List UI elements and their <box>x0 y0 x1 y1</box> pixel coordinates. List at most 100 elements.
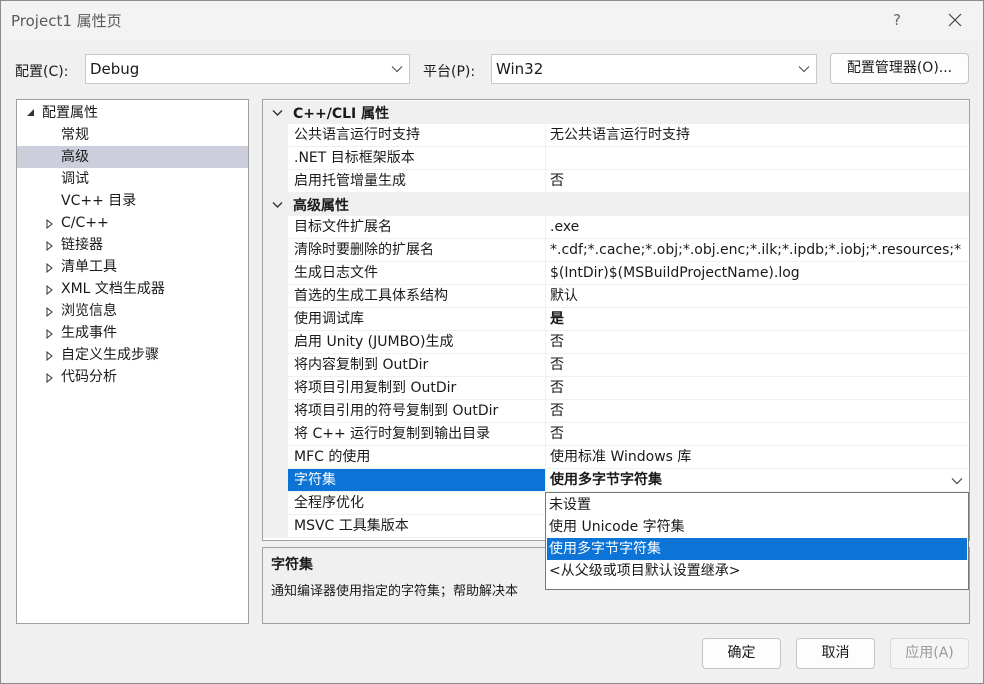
chevron-down-icon <box>272 202 283 208</box>
property-row[interactable]: 清除时要删除的扩展名 *.cdf;*.cache;*.obj;*.obj.enc… <box>263 239 969 262</box>
close-button[interactable] <box>935 5 975 35</box>
property-row[interactable]: 将项目引用复制到 OutDir 否 <box>263 377 969 400</box>
property-value[interactable]: 使用标准 Windows 库 <box>546 446 969 469</box>
property-row[interactable]: 公共语言运行时支持 无公共语言运行时支持 <box>263 124 969 147</box>
property-name: 目标文件扩展名 <box>288 216 546 239</box>
tree-item-label: VC++ 目录 <box>61 193 137 209</box>
collapsed-arrow-icon <box>46 373 53 383</box>
property-value[interactable]: 否 <box>546 377 969 400</box>
property-name: 首选的生成工具体系结构 <box>288 285 546 308</box>
tree-item-debugging[interactable]: 调试 <box>17 168 248 190</box>
row-gutter <box>263 285 288 308</box>
property-name: 将内容复制到 OutDir <box>288 354 546 377</box>
property-name: 启用托管增量生成 <box>288 170 546 193</box>
property-value[interactable]: 否 <box>546 423 969 446</box>
property-row[interactable]: 生成日志文件 $(IntDir)$(MSBuildProjectName).lo… <box>263 262 969 285</box>
tree-item-code-analysis[interactable]: 代码分析 <box>17 366 248 388</box>
property-pages-window: Project1 属性页 ? 配置(C): Debug 平台(P): Win32… <box>0 0 984 684</box>
property-value[interactable]: 使用多字节字符集 <box>546 469 969 492</box>
row-gutter <box>263 400 288 423</box>
property-value[interactable]: 否 <box>546 354 969 377</box>
row-gutter <box>263 147 288 170</box>
tree-item-general[interactable]: 常规 <box>17 124 248 146</box>
tree-item-label: 常规 <box>61 127 89 143</box>
config-combobox[interactable]: Debug <box>85 54 410 84</box>
cancel-button[interactable]: 取消 <box>796 638 875 669</box>
property-value[interactable]: *.cdf;*.cache;*.obj;*.obj.enc;*.ilk;*.ip… <box>546 239 969 262</box>
apply-button[interactable]: 应用(A) <box>890 638 969 669</box>
collapsed-arrow-icon <box>46 219 53 229</box>
row-gutter <box>263 492 288 515</box>
tree-item-label: 配置属性 <box>42 105 98 121</box>
row-gutter <box>263 446 288 469</box>
property-row-character-set[interactable]: 字符集 使用多字节字符集 <box>263 469 969 492</box>
row-gutter <box>263 377 288 400</box>
tree-item-xml-doc-generator[interactable]: XML 文档生成器 <box>17 278 248 300</box>
property-row[interactable]: 使用调试库 是 <box>263 308 969 331</box>
collapsed-arrow-icon <box>46 329 53 339</box>
category-cpp-cli[interactable]: C++/CLI 属性 <box>263 101 969 124</box>
property-name: 清除时要删除的扩展名 <box>288 239 546 262</box>
property-value[interactable]: 否 <box>546 400 969 423</box>
category-label: 高级属性 <box>293 198 349 214</box>
tree-item-label: 生成事件 <box>61 325 117 341</box>
platform-combobox[interactable]: Win32 <box>491 54 817 84</box>
dropdown-option-selected[interactable]: 使用多字节字符集 <box>547 538 967 560</box>
description-title: 字符集 <box>271 557 313 573</box>
row-gutter <box>263 170 288 193</box>
property-row[interactable]: 启用托管增量生成 否 <box>263 170 969 193</box>
property-row[interactable]: .NET 目标框架版本 <box>263 147 969 170</box>
property-value[interactable] <box>546 147 969 170</box>
tree-item-label: 高级 <box>61 149 89 165</box>
help-button[interactable]: ? <box>879 5 915 35</box>
character-set-dropdown[interactable]: 未设置 使用 Unicode 字符集 使用多字节字符集 <从父级或项目默认设置继… <box>545 492 969 590</box>
property-value[interactable]: 否 <box>546 170 969 193</box>
collapsed-arrow-icon <box>46 307 53 317</box>
property-value[interactable]: 无公共语言运行时支持 <box>546 124 969 147</box>
category-advanced[interactable]: 高级属性 <box>263 193 969 216</box>
property-value[interactable]: 默认 <box>546 285 969 308</box>
title-bar: Project1 属性页 ? <box>1 1 983 39</box>
chevron-down-icon[interactable] <box>949 474 965 488</box>
tree-item-label: 链接器 <box>61 237 103 253</box>
property-value[interactable]: 是 <box>546 308 969 331</box>
tree-item-manifest-tool[interactable]: 清单工具 <box>17 256 248 278</box>
window-title: Project1 属性页 <box>11 12 122 30</box>
row-gutter <box>263 423 288 446</box>
chevron-down-icon <box>272 110 283 116</box>
tree-item-label: XML 文档生成器 <box>61 281 165 297</box>
property-name: 将 C++ 运行时复制到输出目录 <box>288 423 546 446</box>
tree-item-label: C/C++ <box>61 215 109 231</box>
property-row[interactable]: 将项目引用的符号复制到 OutDir 否 <box>263 400 969 423</box>
property-name: 字符集 <box>288 469 546 492</box>
category-label: C++/CLI 属性 <box>293 106 390 122</box>
property-value[interactable]: 否 <box>546 331 969 354</box>
property-row[interactable]: 目标文件扩展名 .exe <box>263 216 969 239</box>
config-manager-button[interactable]: 配置管理器(O)... <box>830 53 969 84</box>
config-value: Debug <box>90 60 140 78</box>
property-value[interactable]: $(IntDir)$(MSBuildProjectName).log <box>546 262 969 285</box>
property-row[interactable]: 首选的生成工具体系结构 默认 <box>263 285 969 308</box>
tree-item-custom-build-step[interactable]: 自定义生成步骤 <box>17 344 248 366</box>
platform-value: Win32 <box>496 60 544 78</box>
dropdown-option[interactable]: 未设置 <box>547 494 967 516</box>
tree-item-label: 代码分析 <box>61 369 117 385</box>
tree-item-build-events[interactable]: 生成事件 <box>17 322 248 344</box>
property-row[interactable]: 将 C++ 运行时复制到输出目录 否 <box>263 423 969 446</box>
tree-item-advanced[interactable]: 高级 <box>17 146 248 168</box>
description-text: 通知编译器使用指定的字符集；帮助解决本 <box>271 584 519 599</box>
property-value[interactable]: .exe <box>546 216 969 239</box>
dropdown-option[interactable]: <从父级或项目默认设置继承> <box>547 560 967 582</box>
tree-item-config-properties[interactable]: 配置属性 <box>17 102 248 124</box>
property-name: 公共语言运行时支持 <box>288 124 546 147</box>
tree-item-linker[interactable]: 链接器 <box>17 234 248 256</box>
property-row[interactable]: 将内容复制到 OutDir 否 <box>263 354 969 377</box>
ok-button[interactable]: 确定 <box>702 638 781 669</box>
tree-item-vc-directories[interactable]: VC++ 目录 <box>17 190 248 212</box>
property-tree: 配置属性 常规 高级 调试 VC++ 目录 C/C++ 链接器 清单工具 XML… <box>16 99 249 624</box>
tree-item-cpp[interactable]: C/C++ <box>17 212 248 234</box>
property-row[interactable]: MFC 的使用 使用标准 Windows 库 <box>263 446 969 469</box>
dropdown-option[interactable]: 使用 Unicode 字符集 <box>547 516 967 538</box>
property-row[interactable]: 启用 Unity (JUMBO)生成 否 <box>263 331 969 354</box>
tree-item-browse-info[interactable]: 浏览信息 <box>17 300 248 322</box>
